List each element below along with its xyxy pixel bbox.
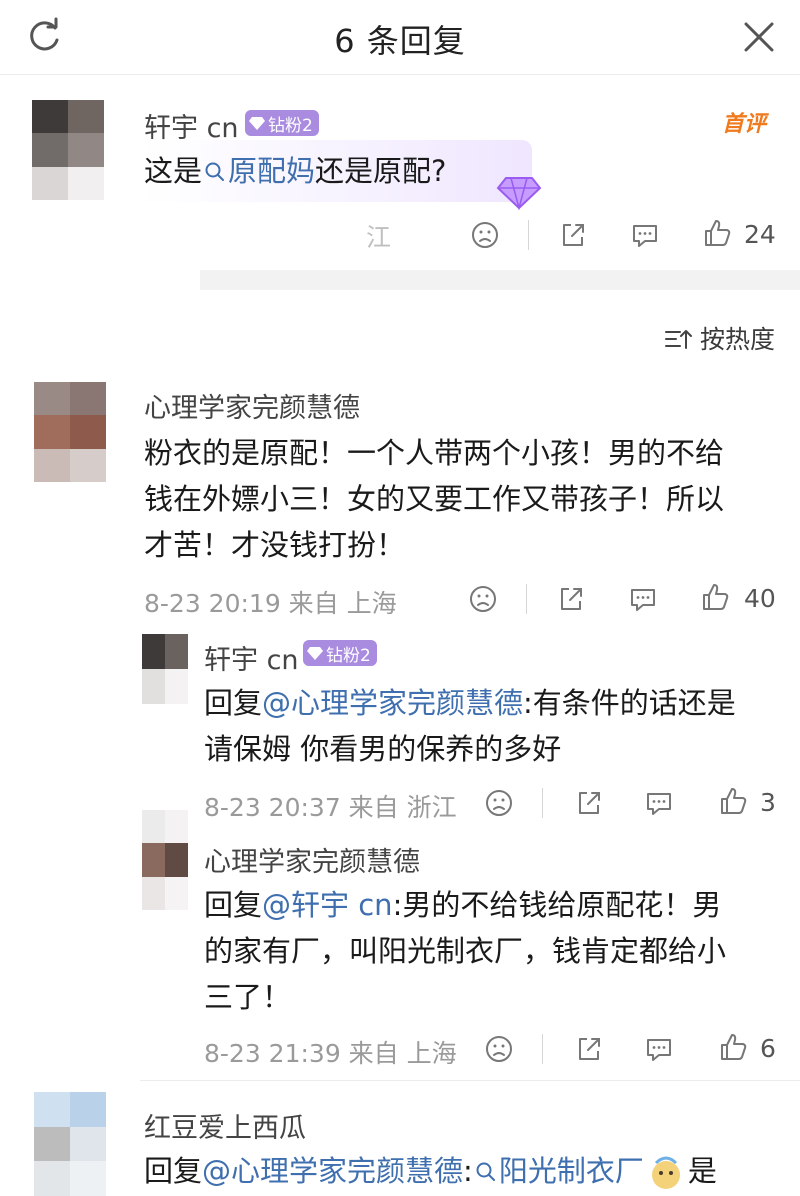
reply-prefix: 回复 <box>204 888 263 922</box>
header-bar: 6 条回复 <box>0 0 800 75</box>
comment-text: 这是 原配妈还是原配? <box>144 148 446 194</box>
mention-link[interactable]: @心理学家完颜慧德 <box>202 1154 463 1188</box>
section-divider <box>200 270 800 290</box>
divider-line <box>542 1034 543 1064</box>
comment-text: 回复@心理学家完颜慧德: 阳光制衣厂 是 <box>144 1148 717 1194</box>
search-term: 阳光制衣厂 <box>498 1154 644 1188</box>
reply-username[interactable]: 轩宇 cn <box>204 638 299 677</box>
reply-line: 三了！ <box>204 980 292 1014</box>
emoji-sticker-icon <box>651 1156 680 1189</box>
like-icon[interactable] <box>700 582 730 612</box>
mention-link[interactable]: @心理学家完颜慧德 <box>262 686 523 720</box>
share-icon[interactable] <box>558 220 588 250</box>
fan-badge: 钻粉2 <box>245 110 319 136</box>
colon: : <box>463 1154 473 1188</box>
fan-badge: 钻粉2 <box>303 640 377 666</box>
reply-text: 回复@心理学家完颜慧德:有条件的话还是 请保姆 你看男的保养的多好 <box>204 680 736 772</box>
comment-icon[interactable] <box>644 1034 674 1064</box>
diamond-icon <box>307 647 323 660</box>
reply-line: 的家有厂，叫阳光制衣厂，钱肯定都给小 <box>204 934 727 968</box>
diamond-icon <box>249 117 265 130</box>
reply-timestamp: 8-23 20:37 来自 浙江 <box>204 793 457 822</box>
reply-username[interactable]: 心理学家完颜慧德 <box>204 840 420 879</box>
badge-label: 钻粉2 <box>268 115 313 136</box>
share-icon[interactable] <box>556 584 586 614</box>
comment-line: 钱在外嫖小三！女的又要工作又带孩子！所以 <box>144 482 725 516</box>
comment-icon[interactable] <box>630 220 660 250</box>
search-link[interactable]: 阳光制衣厂 <box>473 1154 644 1188</box>
comment-icon[interactable] <box>628 584 658 614</box>
divider-line <box>526 584 527 614</box>
section-divider <box>140 1080 800 1081</box>
like-icon[interactable] <box>718 1032 748 1062</box>
close-icon[interactable] <box>738 16 780 58</box>
comment-text-prefix: 这是 <box>144 154 203 188</box>
comment-line: 粉衣的是原配！一个人带两个小孩！男的不给 <box>144 436 725 470</box>
dislike-face-icon[interactable] <box>470 220 500 250</box>
comment-line: 才苦！才没钱打扮！ <box>144 528 406 562</box>
search-term: 原配妈 <box>228 154 316 188</box>
avatar[interactable] <box>142 634 188 704</box>
sort-icon <box>665 330 692 349</box>
search-icon <box>476 1162 495 1181</box>
divider-line <box>528 220 529 250</box>
reply-timestamp: 8-23 21:39 来自 上海 <box>204 1039 457 1068</box>
sort-label: 按热度 <box>699 325 775 354</box>
mention-link[interactable]: @轩宇 cn <box>262 888 393 922</box>
first-comment-tag: 首评 <box>722 112 767 137</box>
diamond-sticker-icon <box>496 177 542 210</box>
dislike-face-icon[interactable] <box>484 1034 514 1064</box>
reply-prefix: 回复 <box>144 1154 203 1188</box>
avatar[interactable] <box>34 382 106 482</box>
like-icon[interactable] <box>718 786 748 816</box>
like-count: 6 <box>760 1034 776 1063</box>
comment-text: 粉衣的是原配！一个人带两个小孩！男的不给 钱在外嫖小三！女的又要工作又带孩子！所… <box>144 430 724 568</box>
comment-username[interactable]: 红豆爱上西瓜 <box>144 1106 306 1145</box>
reply-text: 回复@轩宇 cn:男的不给钱给原配花！男 的家有厂，叫阳光制衣厂，钱肯定都给小 … <box>204 882 726 1020</box>
comment-icon[interactable] <box>644 788 674 818</box>
reply-prefix: 回复 <box>204 686 263 720</box>
reply-line: 请保姆 你看男的保养的多好 <box>204 732 562 766</box>
avatar[interactable] <box>34 1092 106 1196</box>
dislike-face-icon[interactable] <box>484 788 514 818</box>
reply-line: :男的不给钱给原配花！男 <box>392 888 722 922</box>
page-title: 6 条回复 <box>334 22 466 60</box>
avatar[interactable] <box>142 810 188 910</box>
avatar[interactable] <box>32 100 104 200</box>
divider-line <box>542 788 543 818</box>
search-link[interactable]: 原配妈 <box>202 154 315 188</box>
like-count: 40 <box>744 584 776 613</box>
comment-text-suffix: 还是原配? <box>315 154 447 188</box>
dislike-face-icon[interactable] <box>468 584 498 614</box>
like-count: 24 <box>744 220 776 249</box>
share-icon[interactable] <box>574 788 604 818</box>
comment-timestamp: 8-23 20:19 来自 上海 <box>144 589 397 618</box>
reply-line: :有条件的话还是 <box>523 686 736 720</box>
comment-suffix: 是 <box>687 1154 717 1188</box>
badge-label: 钻粉2 <box>326 645 371 666</box>
comment-username[interactable]: 心理学家完颜慧德 <box>144 386 360 425</box>
comment-location: 江 <box>366 223 392 252</box>
like-count: 3 <box>760 788 776 817</box>
like-icon[interactable] <box>702 218 732 248</box>
share-icon[interactable] <box>574 1034 604 1064</box>
search-icon <box>205 162 225 181</box>
sort-by-hot-button[interactable]: 按热度 <box>664 320 775 356</box>
